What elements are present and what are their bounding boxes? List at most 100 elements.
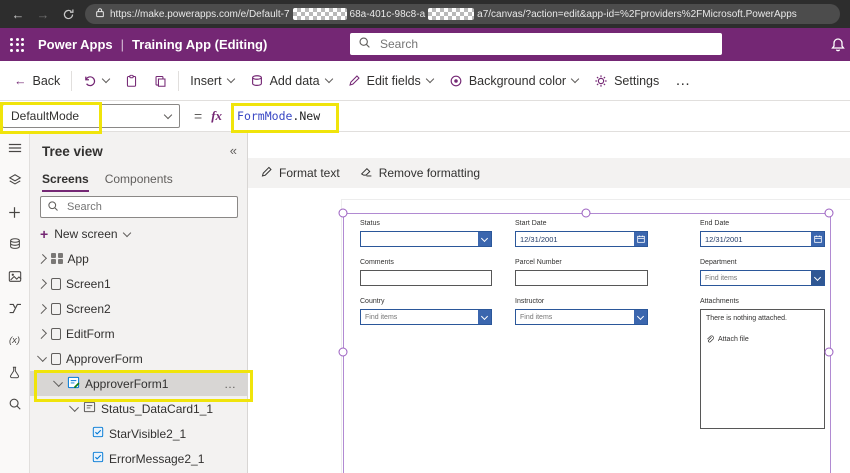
browser-back-icon[interactable]: ← (10, 6, 26, 22)
tree-search-input[interactable] (65, 200, 231, 214)
insert-icon[interactable] (0, 196, 30, 228)
tree-item-errormessage[interactable]: ErrorMessage2_1 (30, 446, 247, 471)
undo-button[interactable] (75, 67, 117, 95)
field-label[interactable]: Country (360, 298, 492, 306)
chevron-right-icon[interactable] (37, 328, 47, 339)
item-more-icon[interactable]: … (224, 377, 237, 391)
menu-icon[interactable] (0, 132, 30, 164)
attachments-empty-text: There is nothing attached. (706, 315, 787, 322)
field-label[interactable]: End Date (700, 220, 825, 228)
remove-formatting-button[interactable]: Remove formatting (360, 165, 480, 181)
field-label[interactable]: Start Date (515, 220, 648, 228)
back-arrow-icon: ← (14, 73, 27, 88)
paste-button[interactable] (117, 67, 146, 95)
attachments-control[interactable]: There is nothing attached. Attach file (700, 309, 825, 429)
tab-components[interactable]: Components (105, 172, 173, 192)
chevron-down-icon[interactable] (634, 310, 647, 324)
chevron-down-icon[interactable] (69, 402, 79, 412)
formula-input[interactable]: FormMode.New (237, 109, 320, 123)
format-text-button[interactable]: Format text (260, 165, 340, 181)
more-commands-button[interactable]: … (667, 72, 699, 89)
field-label[interactable]: Comments (360, 259, 492, 267)
copy-button[interactable] (146, 67, 175, 95)
tab-screens[interactable]: Screens (42, 172, 89, 192)
add-data-button[interactable]: Add data (242, 67, 340, 95)
field-label[interactable]: Department (700, 259, 825, 267)
field-label[interactable]: Parcel Number (515, 259, 648, 267)
global-search[interactable] (350, 33, 722, 55)
field-label[interactable]: Instructor (515, 298, 648, 306)
power-automate-icon[interactable] (0, 292, 30, 324)
calendar-icon[interactable] (811, 232, 824, 246)
context-toolbar: Format text Remove formatting (248, 158, 850, 188)
chevron-down-icon[interactable] (37, 352, 47, 362)
instructor-combobox[interactable]: Find items (515, 309, 648, 325)
tree-item-approverform1[interactable]: ApproverForm1 … (30, 371, 247, 396)
calendar-icon[interactable] (634, 232, 647, 246)
chevron-down-icon (324, 74, 333, 84)
settings-button[interactable]: Settings (586, 67, 667, 95)
property-dropdown[interactable]: DefaultMode (2, 104, 180, 128)
selection-handle[interactable] (338, 208, 348, 218)
notifications-bell-icon[interactable] (830, 37, 846, 53)
tree-search[interactable] (40, 196, 238, 218)
data-icon[interactable] (0, 228, 30, 260)
selection-handle[interactable] (581, 208, 591, 218)
tree-item-approverform[interactable]: ApproverForm (30, 346, 247, 371)
app-title: Training App (Editing) (132, 37, 268, 52)
end-date-picker[interactable]: 12/31/2001 (700, 231, 825, 247)
field-label[interactable]: Status (360, 220, 492, 228)
insert-menu-button[interactable]: Insert (182, 67, 241, 95)
clipboard-icon (125, 74, 138, 88)
advanced-tools-icon[interactable] (0, 356, 30, 388)
tree-view-icon[interactable] (0, 164, 30, 196)
status-combobox[interactable] (360, 231, 492, 247)
tree-item-label: App (67, 251, 89, 266)
tree-item-label: StarVisible2_1 (109, 426, 187, 441)
attach-file-button[interactable]: Attach file (706, 334, 819, 345)
equals-sign: = (194, 108, 203, 124)
new-screen-button[interactable]: + New screen (40, 227, 131, 241)
background-color-button[interactable]: Background color (441, 67, 586, 95)
chevron-down-icon[interactable] (53, 377, 63, 387)
search-icon[interactable] (0, 388, 30, 420)
control-icon (92, 451, 104, 466)
chevron-right-icon[interactable] (37, 278, 47, 289)
media-icon[interactable] (0, 260, 30, 292)
tree-item-status-datacard[interactable]: Status_DataCard1_1 (30, 396, 247, 421)
waffle-menu-icon[interactable] (10, 37, 24, 52)
chevron-right-icon[interactable] (37, 303, 47, 314)
tree-item-editform[interactable]: EditForm (30, 321, 247, 346)
tree-item-app[interactable]: App (30, 246, 247, 271)
chevron-right-icon[interactable] (37, 253, 47, 264)
tree-item-starvisible[interactable]: StarVisible2_1 (30, 421, 247, 446)
selection-handle[interactable] (824, 347, 834, 357)
undo-icon (83, 74, 97, 88)
tree-item-screen1[interactable]: Screen1 (30, 271, 247, 296)
chevron-down-icon[interactable] (478, 232, 491, 246)
variables-icon[interactable]: (x) (0, 324, 30, 356)
browser-forward-icon[interactable]: → (35, 6, 51, 22)
tree-item-screen2[interactable]: Screen2 (30, 296, 247, 321)
department-combobox[interactable]: Find items (700, 270, 825, 286)
control-icon (92, 426, 104, 441)
collapse-panel-icon[interactable]: « (230, 143, 237, 158)
redacted-segment (292, 8, 347, 20)
paperclip-icon (706, 334, 714, 345)
country-combobox[interactable]: Find items (360, 309, 492, 325)
search-icon (358, 36, 371, 52)
address-bar[interactable]: https://make.powerapps.com/e/Default-7 68… (85, 4, 840, 24)
edit-fields-button[interactable]: Edit fields (340, 67, 441, 95)
selection-handle[interactable] (824, 208, 834, 218)
field-label[interactable]: Attachments (700, 298, 825, 306)
start-date-picker[interactable]: 12/31/2001 (515, 231, 648, 247)
datacard-icon (83, 401, 96, 416)
selection-handle[interactable] (338, 347, 348, 357)
comments-input[interactable] (360, 270, 492, 286)
browser-refresh-icon[interactable] (60, 6, 76, 22)
back-button[interactable]: ← Back (6, 67, 68, 95)
chevron-down-icon[interactable] (478, 310, 491, 324)
search-input[interactable] (378, 36, 714, 52)
parcel-number-input[interactable] (515, 270, 648, 286)
chevron-down-icon[interactable] (811, 271, 824, 285)
